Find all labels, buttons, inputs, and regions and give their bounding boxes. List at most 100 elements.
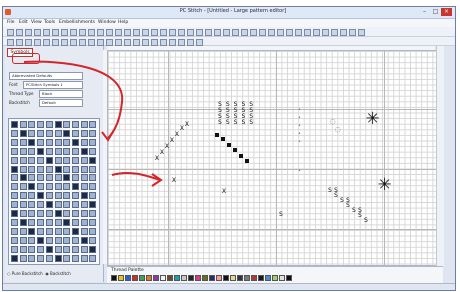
symbol-cell[interactable] — [11, 210, 18, 217]
symbol-cell[interactable] — [80, 192, 88, 200]
toolbar-button[interactable] — [232, 29, 239, 36]
toolbar-button[interactable] — [115, 39, 122, 46]
toolbar-button[interactable] — [43, 39, 50, 46]
symbol-cell[interactable] — [89, 192, 97, 200]
symbol-cell[interactable] — [11, 129, 18, 137]
symbol-cell[interactable] — [71, 165, 79, 173]
symbol-cell[interactable] — [54, 201, 62, 209]
symbol-cell[interactable] — [71, 201, 79, 209]
symbol-cell[interactable] — [80, 245, 88, 253]
symbol-cell[interactable] — [28, 174, 36, 182]
symbol-cell[interactable] — [71, 210, 79, 217]
symbol-cell[interactable] — [80, 138, 88, 146]
symbol-cell[interactable] — [37, 254, 45, 262]
toolbar-button[interactable] — [97, 39, 104, 46]
thread-color-swatch[interactable] — [216, 275, 222, 281]
thread-color-swatch[interactable] — [237, 275, 243, 281]
thread-color-swatch[interactable] — [125, 275, 131, 281]
symbol-cell[interactable] — [54, 138, 62, 146]
symbol-cell[interactable] — [54, 147, 62, 155]
toolbar-button[interactable] — [178, 39, 185, 46]
toolbar-button[interactable] — [34, 29, 41, 36]
symbol-cell[interactable] — [45, 254, 53, 262]
symbol-cell[interactable] — [28, 165, 36, 173]
symbol-cell[interactable] — [63, 245, 71, 253]
menu-help[interactable]: Help — [118, 20, 128, 25]
thread-color-swatch[interactable] — [258, 275, 264, 281]
symbol-cell[interactable] — [71, 218, 79, 226]
symbol-cell[interactable] — [63, 129, 71, 137]
toolbar-button[interactable] — [304, 29, 311, 36]
symbol-cell[interactable] — [37, 218, 45, 226]
thread-color-swatch[interactable] — [132, 275, 138, 281]
symbol-cell[interactable] — [19, 210, 27, 217]
symbol-cell[interactable] — [19, 156, 27, 164]
symbol-cell[interactable] — [71, 138, 79, 146]
thread-color-swatch[interactable] — [167, 275, 173, 281]
toolbar-button[interactable] — [88, 39, 95, 46]
symbol-cell[interactable] — [19, 174, 27, 182]
symbol-cell[interactable] — [45, 147, 53, 155]
symbol-cell[interactable] — [89, 174, 97, 182]
symbol-cell[interactable] — [80, 121, 88, 128]
toolbar-button[interactable] — [142, 39, 149, 46]
symbol-cell[interactable] — [45, 183, 53, 191]
symbol-cell[interactable] — [54, 192, 62, 200]
symbol-cell[interactable] — [89, 254, 97, 262]
menu-tools[interactable]: Tools — [44, 20, 55, 25]
symbol-cell[interactable] — [63, 156, 71, 164]
symbol-cell[interactable] — [11, 192, 18, 200]
toolbar-button[interactable] — [25, 29, 32, 36]
toolbar-button[interactable] — [70, 39, 77, 46]
symbol-cell[interactable] — [54, 156, 62, 164]
menu-file[interactable]: File — [7, 20, 15, 25]
thread-color-swatch[interactable] — [174, 275, 180, 281]
symbol-cell[interactable] — [19, 227, 27, 235]
symbol-cell[interactable] — [45, 174, 53, 182]
symbol-cell[interactable] — [37, 174, 45, 182]
symbol-set-dropdown[interactable]: Abbreviated Defaults — [9, 72, 83, 80]
toolbar-button[interactable] — [205, 29, 212, 36]
toolbar-button[interactable] — [160, 29, 167, 36]
thread-color-swatch[interactable] — [230, 275, 236, 281]
symbol-cell[interactable] — [63, 218, 71, 226]
symbol-cell[interactable] — [80, 254, 88, 262]
symbol-cell[interactable] — [37, 236, 45, 244]
vertical-scrollbar[interactable] — [436, 46, 444, 266]
toolbar-button[interactable] — [16, 29, 23, 36]
toolbar-button[interactable] — [106, 29, 113, 36]
menu-window[interactable]: Window — [98, 20, 116, 25]
symbol-cell[interactable] — [89, 129, 97, 137]
symbol-cell[interactable] — [54, 218, 62, 226]
toolbar-button[interactable] — [43, 29, 50, 36]
symbol-cell[interactable] — [45, 121, 53, 128]
symbol-cell[interactable] — [89, 245, 97, 253]
symbol-cell[interactable] — [89, 201, 97, 209]
symbol-cell[interactable] — [28, 254, 36, 262]
symbol-cell[interactable] — [45, 156, 53, 164]
symbol-cell[interactable] — [28, 210, 36, 217]
symbol-cell[interactable] — [89, 236, 97, 244]
toolbar-button[interactable] — [340, 29, 347, 36]
symbol-cell[interactable] — [80, 183, 88, 191]
symbol-cell[interactable] — [11, 227, 18, 235]
symbol-cell[interactable] — [19, 165, 27, 173]
symbol-cell[interactable] — [54, 210, 62, 217]
toolbar-button[interactable] — [88, 29, 95, 36]
toolbar-button[interactable] — [331, 29, 338, 36]
toolbar-button[interactable] — [358, 29, 365, 36]
toolbar-button[interactable] — [169, 39, 176, 46]
toolbar-button[interactable] — [196, 29, 203, 36]
toolbar-button[interactable] — [187, 39, 194, 46]
toolbar-button[interactable] — [7, 29, 14, 36]
toolbar-button[interactable] — [61, 29, 68, 36]
symbol-cell[interactable] — [19, 201, 27, 209]
menu-view[interactable]: View — [31, 20, 42, 25]
toolbar-button[interactable] — [124, 39, 131, 46]
toolbar-button[interactable] — [214, 29, 221, 36]
symbol-cell[interactable] — [28, 227, 36, 235]
symbol-cell[interactable] — [45, 218, 53, 226]
symbol-cell[interactable] — [63, 183, 71, 191]
thread-color-swatch[interactable] — [265, 275, 271, 281]
thread-color-swatch[interactable] — [244, 275, 250, 281]
